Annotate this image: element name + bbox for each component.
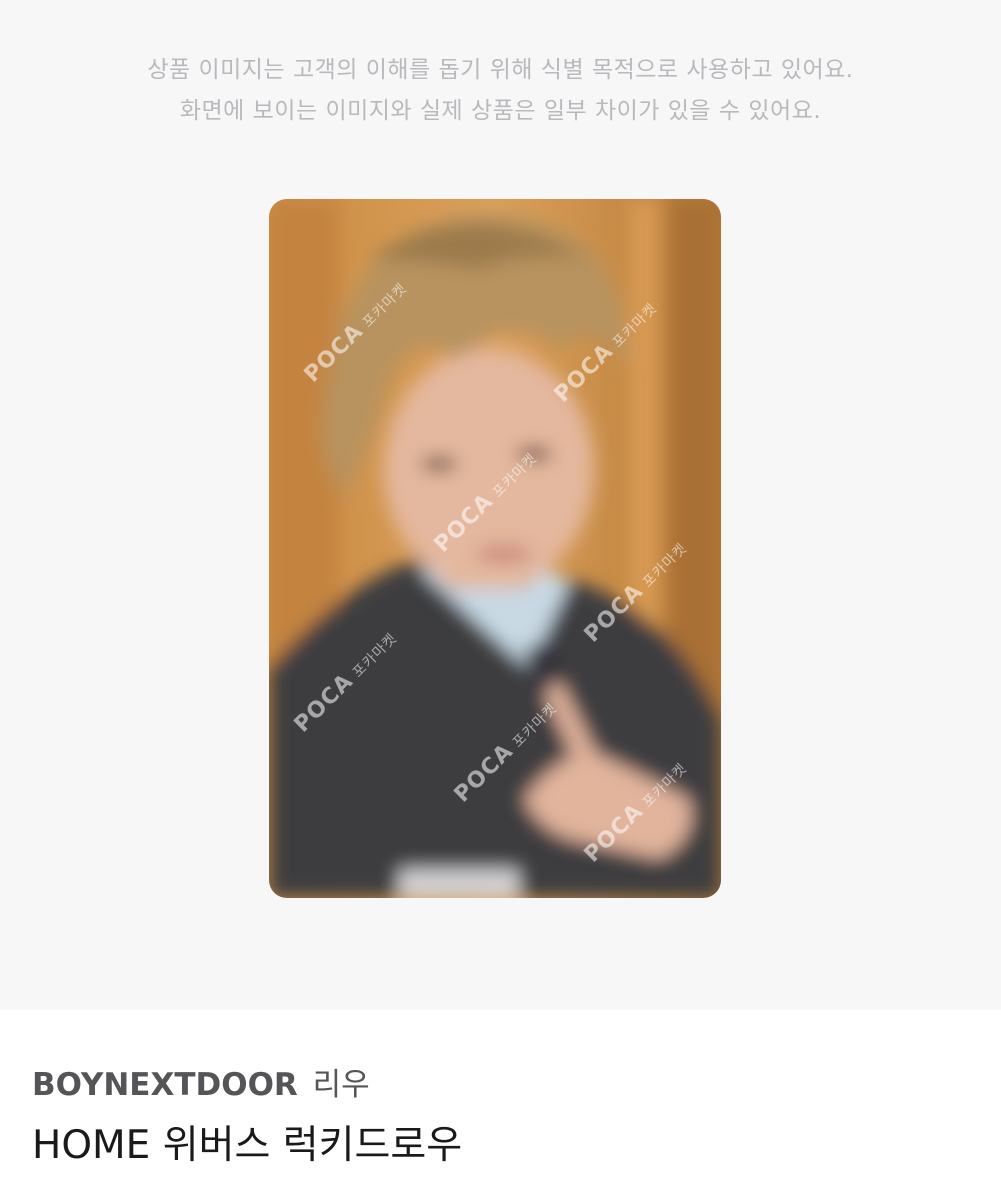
product-info: BOYNEXTDOOR 리우 HOME 위버스 럭키드로우 (32, 1060, 462, 1176)
product-brand-line: BOYNEXTDOOR 리우 (32, 1060, 462, 1110)
product-member: 리우 (312, 1067, 370, 1103)
image-disclaimer-line-1: 상품 이미지는 고객의 이해를 돕기 위해 식별 목적으로 사용하고 있어요. (147, 57, 854, 83)
product-image-area: 상품 이미지는 고객의 이해를 돕기 위해 식별 목적으로 사용하고 있어요. … (0, 0, 1001, 1010)
product-title: HOME 위버스 럭키드로우 (32, 1123, 463, 1168)
product-photocard-image[interactable]: POCA포카마켓 POCA포카마켓 POCA포카마켓 POCA포카마켓 POCA… (269, 199, 721, 898)
product-brand[interactable]: BOYNEXTDOOR (32, 1067, 298, 1103)
image-disclaimer-line-2: 화면에 보이는 이미지와 실제 상품은 일부 차이가 있을 수 있어요. (179, 98, 822, 124)
image-disclaimer: 상품 이미지는 고객의 이해를 돕기 위해 식별 목적으로 사용하고 있어요. … (0, 50, 1001, 132)
